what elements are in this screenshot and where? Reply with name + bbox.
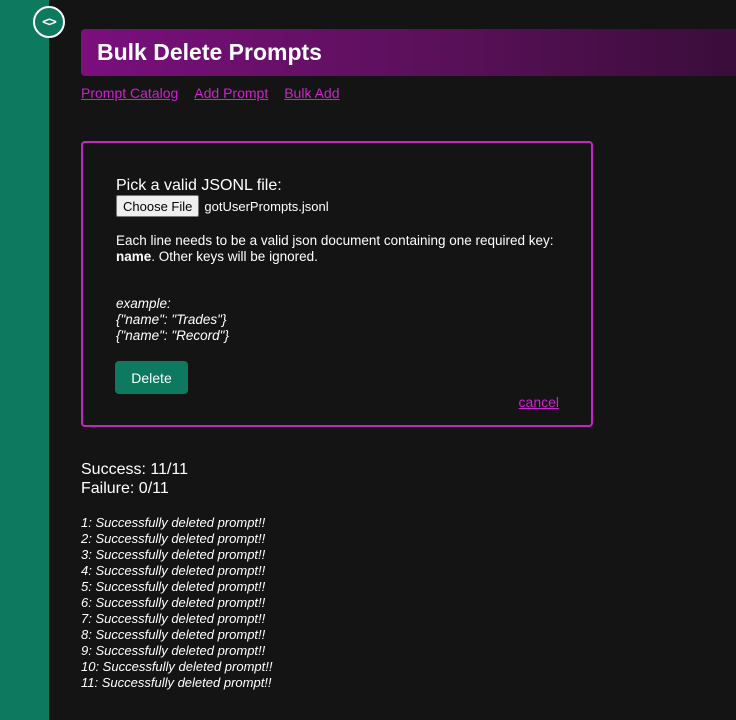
format-description: Each line needs to be a valid json docum…	[116, 233, 556, 265]
result-item: 6: Successfully deleted prompt!!	[81, 595, 266, 610]
result-item: 5: Successfully deleted prompt!!	[81, 579, 266, 594]
nav-link-bulk-add[interactable]: Bulk Add	[284, 85, 339, 101]
desc-key: name	[116, 249, 152, 264]
result-item: 3: Successfully deleted prompt!!	[81, 547, 266, 562]
result-item: 11: Successfully deleted prompt!!	[81, 675, 272, 690]
example-block: example: {"name": "Trades"} {"name": "Re…	[116, 296, 229, 344]
example-line: {"name": "Record"}	[116, 328, 229, 343]
result-item: 1: Successfully deleted prompt!!	[81, 515, 266, 530]
page-header: Bulk Delete Prompts	[81, 29, 736, 76]
bulk-delete-form: Pick a valid JSONL file: Choose File got…	[81, 141, 593, 427]
nav-links: Prompt Catalog Add Prompt Bulk Add	[81, 85, 339, 101]
example-line: {"name": "Trades"}	[116, 312, 227, 327]
delete-button[interactable]: Delete	[115, 361, 188, 394]
result-stats: Success: 11/11 Failure: 0/11	[81, 460, 188, 498]
selected-file-name: gotUserPrompts.jsonl	[204, 198, 329, 214]
example-label: example:	[116, 296, 171, 311]
result-item: 8: Successfully deleted prompt!!	[81, 627, 266, 642]
code-logo-icon[interactable]: <>	[33, 6, 65, 38]
desc-suffix: . Other keys will be ignored.	[151, 249, 318, 264]
sidebar	[0, 0, 49, 720]
nav-link-prompt-catalog[interactable]: Prompt Catalog	[81, 85, 178, 101]
result-item: 10: Successfully deleted prompt!!	[81, 659, 273, 674]
result-item: 7: Successfully deleted prompt!!	[81, 611, 266, 626]
file-picker-label: Pick a valid JSONL file:	[116, 177, 282, 194]
result-item: 2: Successfully deleted prompt!!	[81, 531, 266, 546]
choose-file-button[interactable]: Choose File	[116, 195, 200, 217]
file-input: Choose File gotUserPrompts.jsonl	[116, 195, 329, 217]
result-item: 9: Successfully deleted prompt!!	[81, 643, 266, 658]
cancel-link[interactable]: cancel	[519, 394, 559, 410]
failure-count: Failure: 0/11	[81, 480, 169, 497]
result-item: 4: Successfully deleted prompt!!	[81, 563, 266, 578]
desc-prefix: Each line needs to be a valid json docum…	[116, 233, 554, 248]
result-list: 1: Successfully deleted prompt!! 2: Succ…	[81, 515, 273, 691]
page-title: Bulk Delete Prompts	[97, 39, 322, 65]
success-count: Success: 11/11	[81, 461, 189, 478]
nav-link-add-prompt[interactable]: Add Prompt	[194, 85, 268, 101]
